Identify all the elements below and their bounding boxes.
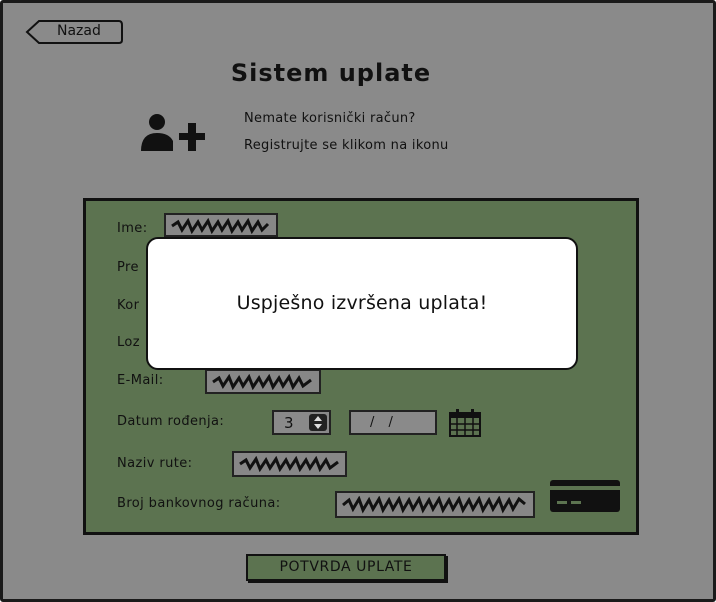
calendar-icon[interactable] xyxy=(449,409,481,437)
bank-account-input[interactable] xyxy=(335,491,535,518)
back-button[interactable]: Nazad xyxy=(25,19,123,45)
birth-day-stepper[interactable]: 3 xyxy=(272,410,331,435)
stepper-arrows-icon[interactable] xyxy=(309,414,327,431)
label-email: E-Mail: xyxy=(117,373,164,388)
first-name-input[interactable] xyxy=(164,213,278,237)
success-dialog: Uspješno izvršena uplata! xyxy=(146,237,578,370)
label-birth-date: Datum rođenja: xyxy=(117,414,225,429)
confirm-payment-button[interactable]: POTVRDA UPLATE xyxy=(246,554,446,581)
label-route: Naziv rute: xyxy=(117,456,193,471)
add-user-icon[interactable] xyxy=(141,113,217,155)
label-first-name: Ime: xyxy=(117,221,148,236)
email-input[interactable] xyxy=(205,369,321,394)
label-bank-account: Broj bankovnog računa: xyxy=(117,496,281,511)
register-prompt: Nemate korisnički račun? xyxy=(244,111,416,126)
credit-card-icon[interactable] xyxy=(549,479,621,513)
birth-date-input[interactable]: / / xyxy=(349,410,437,435)
register-hint: Registrujte se klikom na ikonu xyxy=(244,138,449,153)
label-last-name: Pre xyxy=(117,260,139,275)
route-input[interactable] xyxy=(232,451,347,477)
page-title: Sistem uplate xyxy=(230,59,432,87)
label-password: Loz xyxy=(117,335,140,350)
success-message: Uspješno izvršena uplata! xyxy=(236,292,488,314)
birth-day-value: 3 xyxy=(284,414,294,432)
label-username: Kor xyxy=(117,298,140,313)
app-window: Nazad Sistem uplate Nemate korisnički ra… xyxy=(0,0,716,602)
back-label: Nazad xyxy=(57,23,101,39)
birth-date-value: / / xyxy=(370,415,398,430)
